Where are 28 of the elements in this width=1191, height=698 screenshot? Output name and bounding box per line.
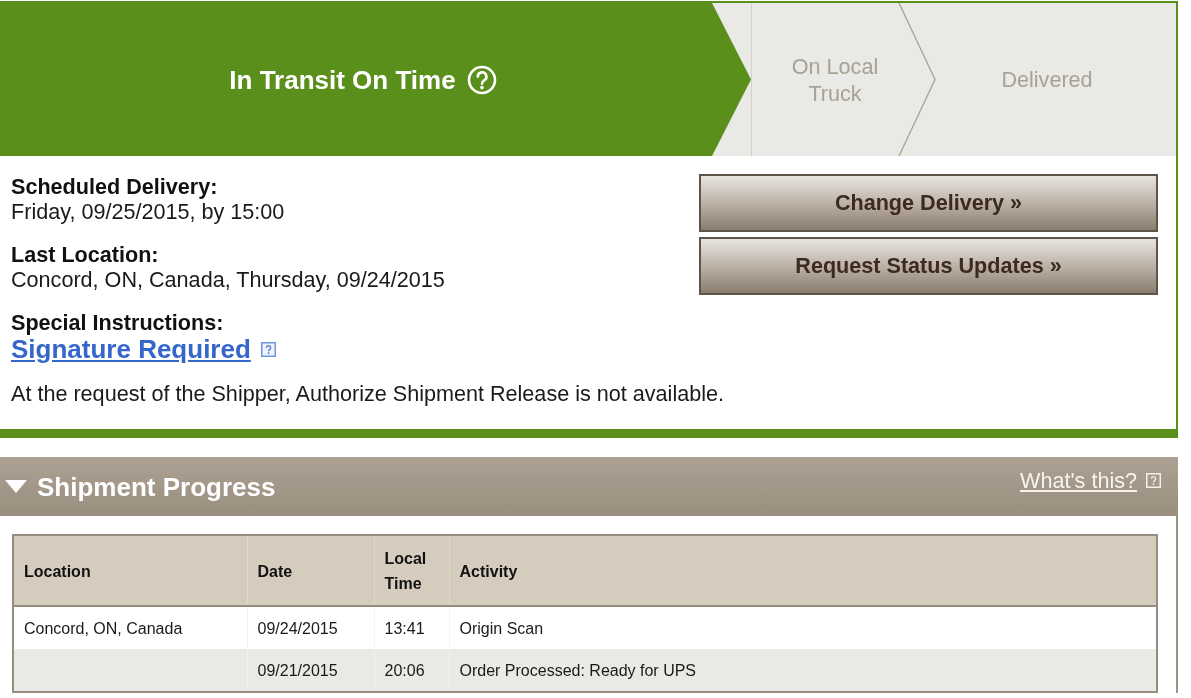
table-cell: 09/24/2015 — [247, 606, 374, 649]
column-header: Local Time — [374, 535, 449, 606]
caret-icon[interactable] — [5, 480, 27, 493]
detail-label: Last Location: — [11, 242, 160, 267]
detail-value: Friday, 09/25/2015, by 15:00 — [11, 199, 286, 224]
help-icon[interactable] — [260, 341, 276, 357]
action-button[interactable]: Change Delivery » — [699, 174, 1158, 232]
action-button[interactable]: Request Status Updates » — [699, 237, 1158, 295]
table-cell: 13:41 — [374, 606, 449, 649]
step-label: In Transit On Time — [229, 64, 456, 95]
section-header[interactable]: Shipment Progress What's this? — [0, 457, 1178, 516]
detail-value: Concord, ON, Canada, Thursday, 09/24/2015 — [11, 267, 446, 292]
notice-text: At the request of the Shipper, Authorize Shipment Release is not available. — [11, 381, 726, 406]
column-header: Location — [13, 535, 247, 606]
column-header: Date — [247, 535, 374, 606]
table-cell: 20:06 — [374, 649, 449, 692]
table-cell: Order Processed: Ready for UPS — [449, 649, 1157, 692]
signature-link[interactable]: Signature Required — [11, 335, 251, 363]
detail-label: Special Instructions: — [11, 310, 225, 335]
table-cell: Concord, ON, Canada — [13, 606, 247, 649]
detail-label: Scheduled Delivery: — [11, 174, 219, 199]
step-label: Delivered — [1001, 66, 1093, 93]
column-header: Activity — [449, 535, 1157, 606]
table-cell: Origin Scan — [449, 606, 1157, 649]
section-title: Shipment Progress — [37, 471, 276, 502]
table-cell: 09/21/2015 — [247, 649, 374, 692]
chevron-icon — [898, 3, 936, 156]
step-label: On Local Truck — [790, 52, 880, 107]
